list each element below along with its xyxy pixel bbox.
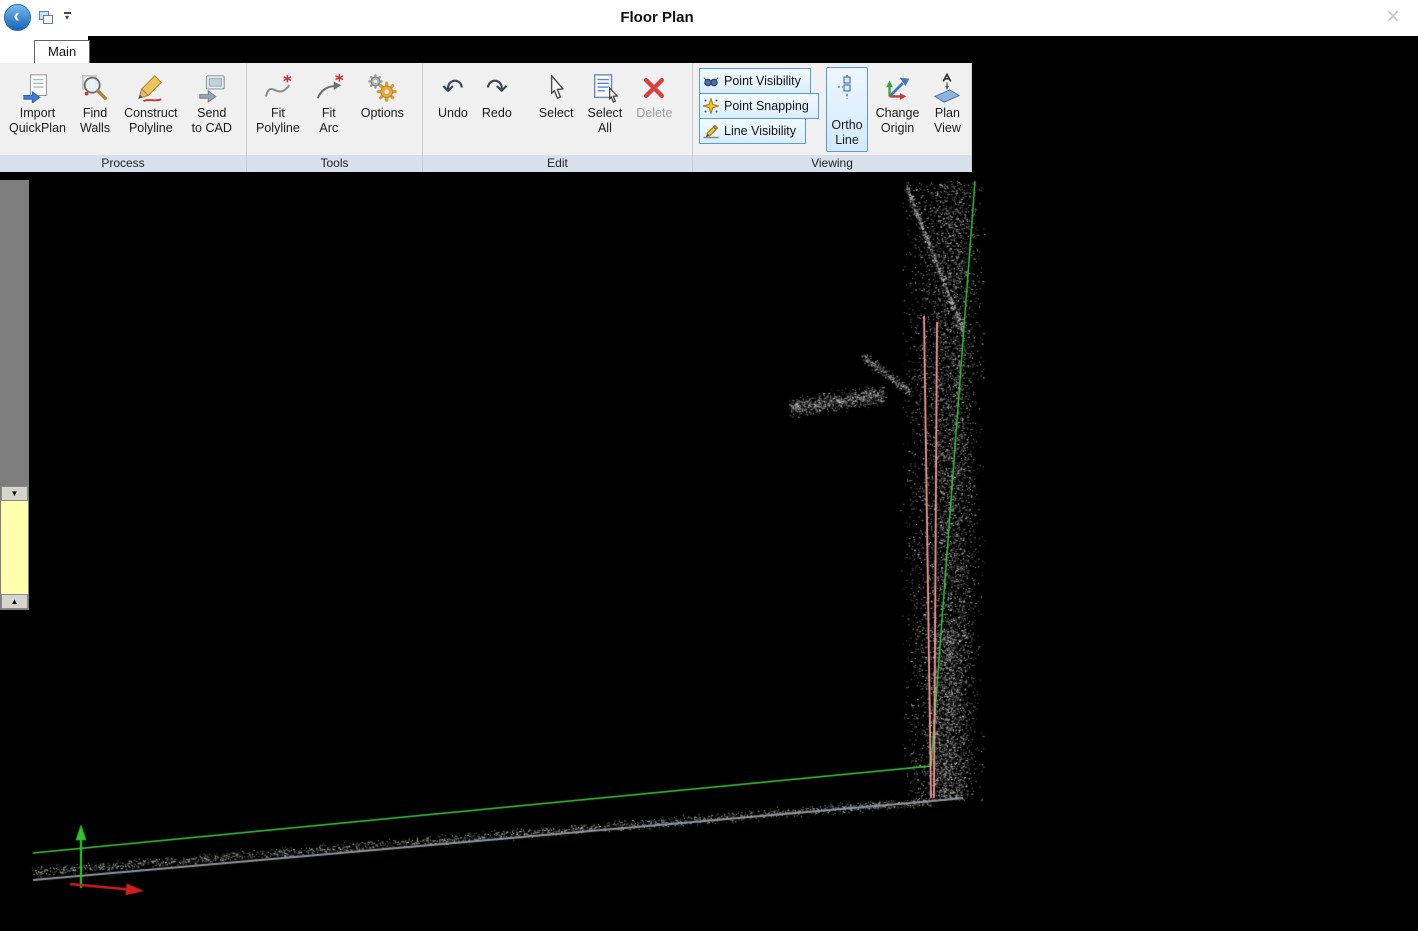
select-all-button[interactable]: SelectAll	[582, 65, 629, 137]
elevation-range-swatch[interactable]	[1, 501, 28, 594]
plan-view-button[interactable]: PlanView	[927, 65, 968, 137]
import-quickplan-button[interactable]: ImportQuickPlan	[3, 65, 72, 137]
gear-icon	[367, 70, 397, 106]
ribbon-group-process: ImportQuickPlan FindWalls	[0, 63, 247, 172]
group-label-tools: Tools	[247, 155, 422, 172]
title-bar: ‹ ▾ Floor Plan ×	[0, 0, 1418, 36]
construct-polyline-button[interactable]: ConstructPolyline	[118, 65, 184, 137]
send-to-cad-icon	[197, 70, 227, 106]
close-button[interactable]: ×	[1378, 2, 1408, 32]
toggle-point-snapping[interactable]: Point Snapping	[699, 93, 819, 119]
delete-x-icon	[640, 70, 668, 106]
fit-arc-icon	[314, 70, 344, 106]
group-label-process: Process	[0, 155, 246, 172]
undo-icon: ↶	[442, 70, 464, 106]
delete-button[interactable]: Delete	[630, 65, 678, 137]
toggle-label: Point Snapping	[724, 99, 809, 113]
ribbon-group-edit: ↶ Undo ↷ Redo Select	[423, 63, 693, 172]
find-walls-icon	[80, 70, 110, 106]
toggle-label: Line Visibility	[724, 124, 796, 138]
toggle-label: Point Visibility	[724, 74, 801, 88]
undo-button[interactable]: ↶ Undo	[432, 65, 474, 137]
toggle-line-visibility[interactable]: Line Visibility	[699, 118, 806, 144]
group-label-edit: Edit	[423, 155, 692, 172]
ortho-line-icon	[835, 72, 859, 102]
cursor-icon	[542, 70, 570, 106]
change-origin-button[interactable]: ChangeOrigin	[870, 65, 925, 137]
triangle-down-icon: ▼	[11, 490, 19, 498]
point-snapping-icon	[703, 98, 719, 114]
elevation-slider: ▼ ▲	[0, 180, 29, 610]
send-to-cad-button[interactable]: Sendto CAD	[186, 65, 238, 137]
ribbon: ImportQuickPlan FindWalls	[0, 63, 972, 172]
change-origin-icon	[883, 70, 913, 106]
find-walls-button[interactable]: FindWalls	[74, 65, 116, 137]
ribbon-group-viewing: Point Visibility Point Snapping	[693, 63, 972, 172]
line-visibility-icon	[703, 123, 719, 139]
viewing-toggle-column: Point Visibility Point Snapping	[699, 68, 819, 144]
select-button[interactable]: Select	[533, 65, 580, 137]
redo-icon: ↷	[486, 70, 508, 106]
redo-button[interactable]: ↷ Redo	[476, 65, 518, 137]
fit-polyline-button[interactable]: FitPolyline	[250, 65, 306, 137]
slider-up-button[interactable]: ▲	[1, 594, 28, 609]
group-label-viewing: Viewing	[693, 155, 971, 172]
construct-polyline-icon	[136, 70, 166, 106]
ortho-line-button[interactable]: OrthoLine	[826, 67, 868, 152]
import-quickplan-icon	[22, 70, 52, 106]
window-title: Floor Plan	[0, 0, 1314, 36]
tab-main[interactable]: Main	[34, 40, 90, 63]
options-button[interactable]: Options	[355, 65, 410, 137]
triangle-up-icon: ▲	[11, 598, 19, 606]
point-visibility-icon	[703, 73, 719, 89]
select-all-icon	[590, 70, 620, 106]
toggle-point-visibility[interactable]: Point Visibility	[699, 68, 811, 94]
fit-arc-button[interactable]: FitArc	[308, 65, 350, 137]
fit-polyline-icon	[263, 70, 293, 106]
ribbon-group-tools: FitPolyline FitArc	[247, 63, 423, 172]
slider-down-button[interactable]: ▼	[1, 486, 28, 501]
tab-strip: Main	[0, 36, 1418, 63]
plan-view-icon	[932, 70, 962, 106]
